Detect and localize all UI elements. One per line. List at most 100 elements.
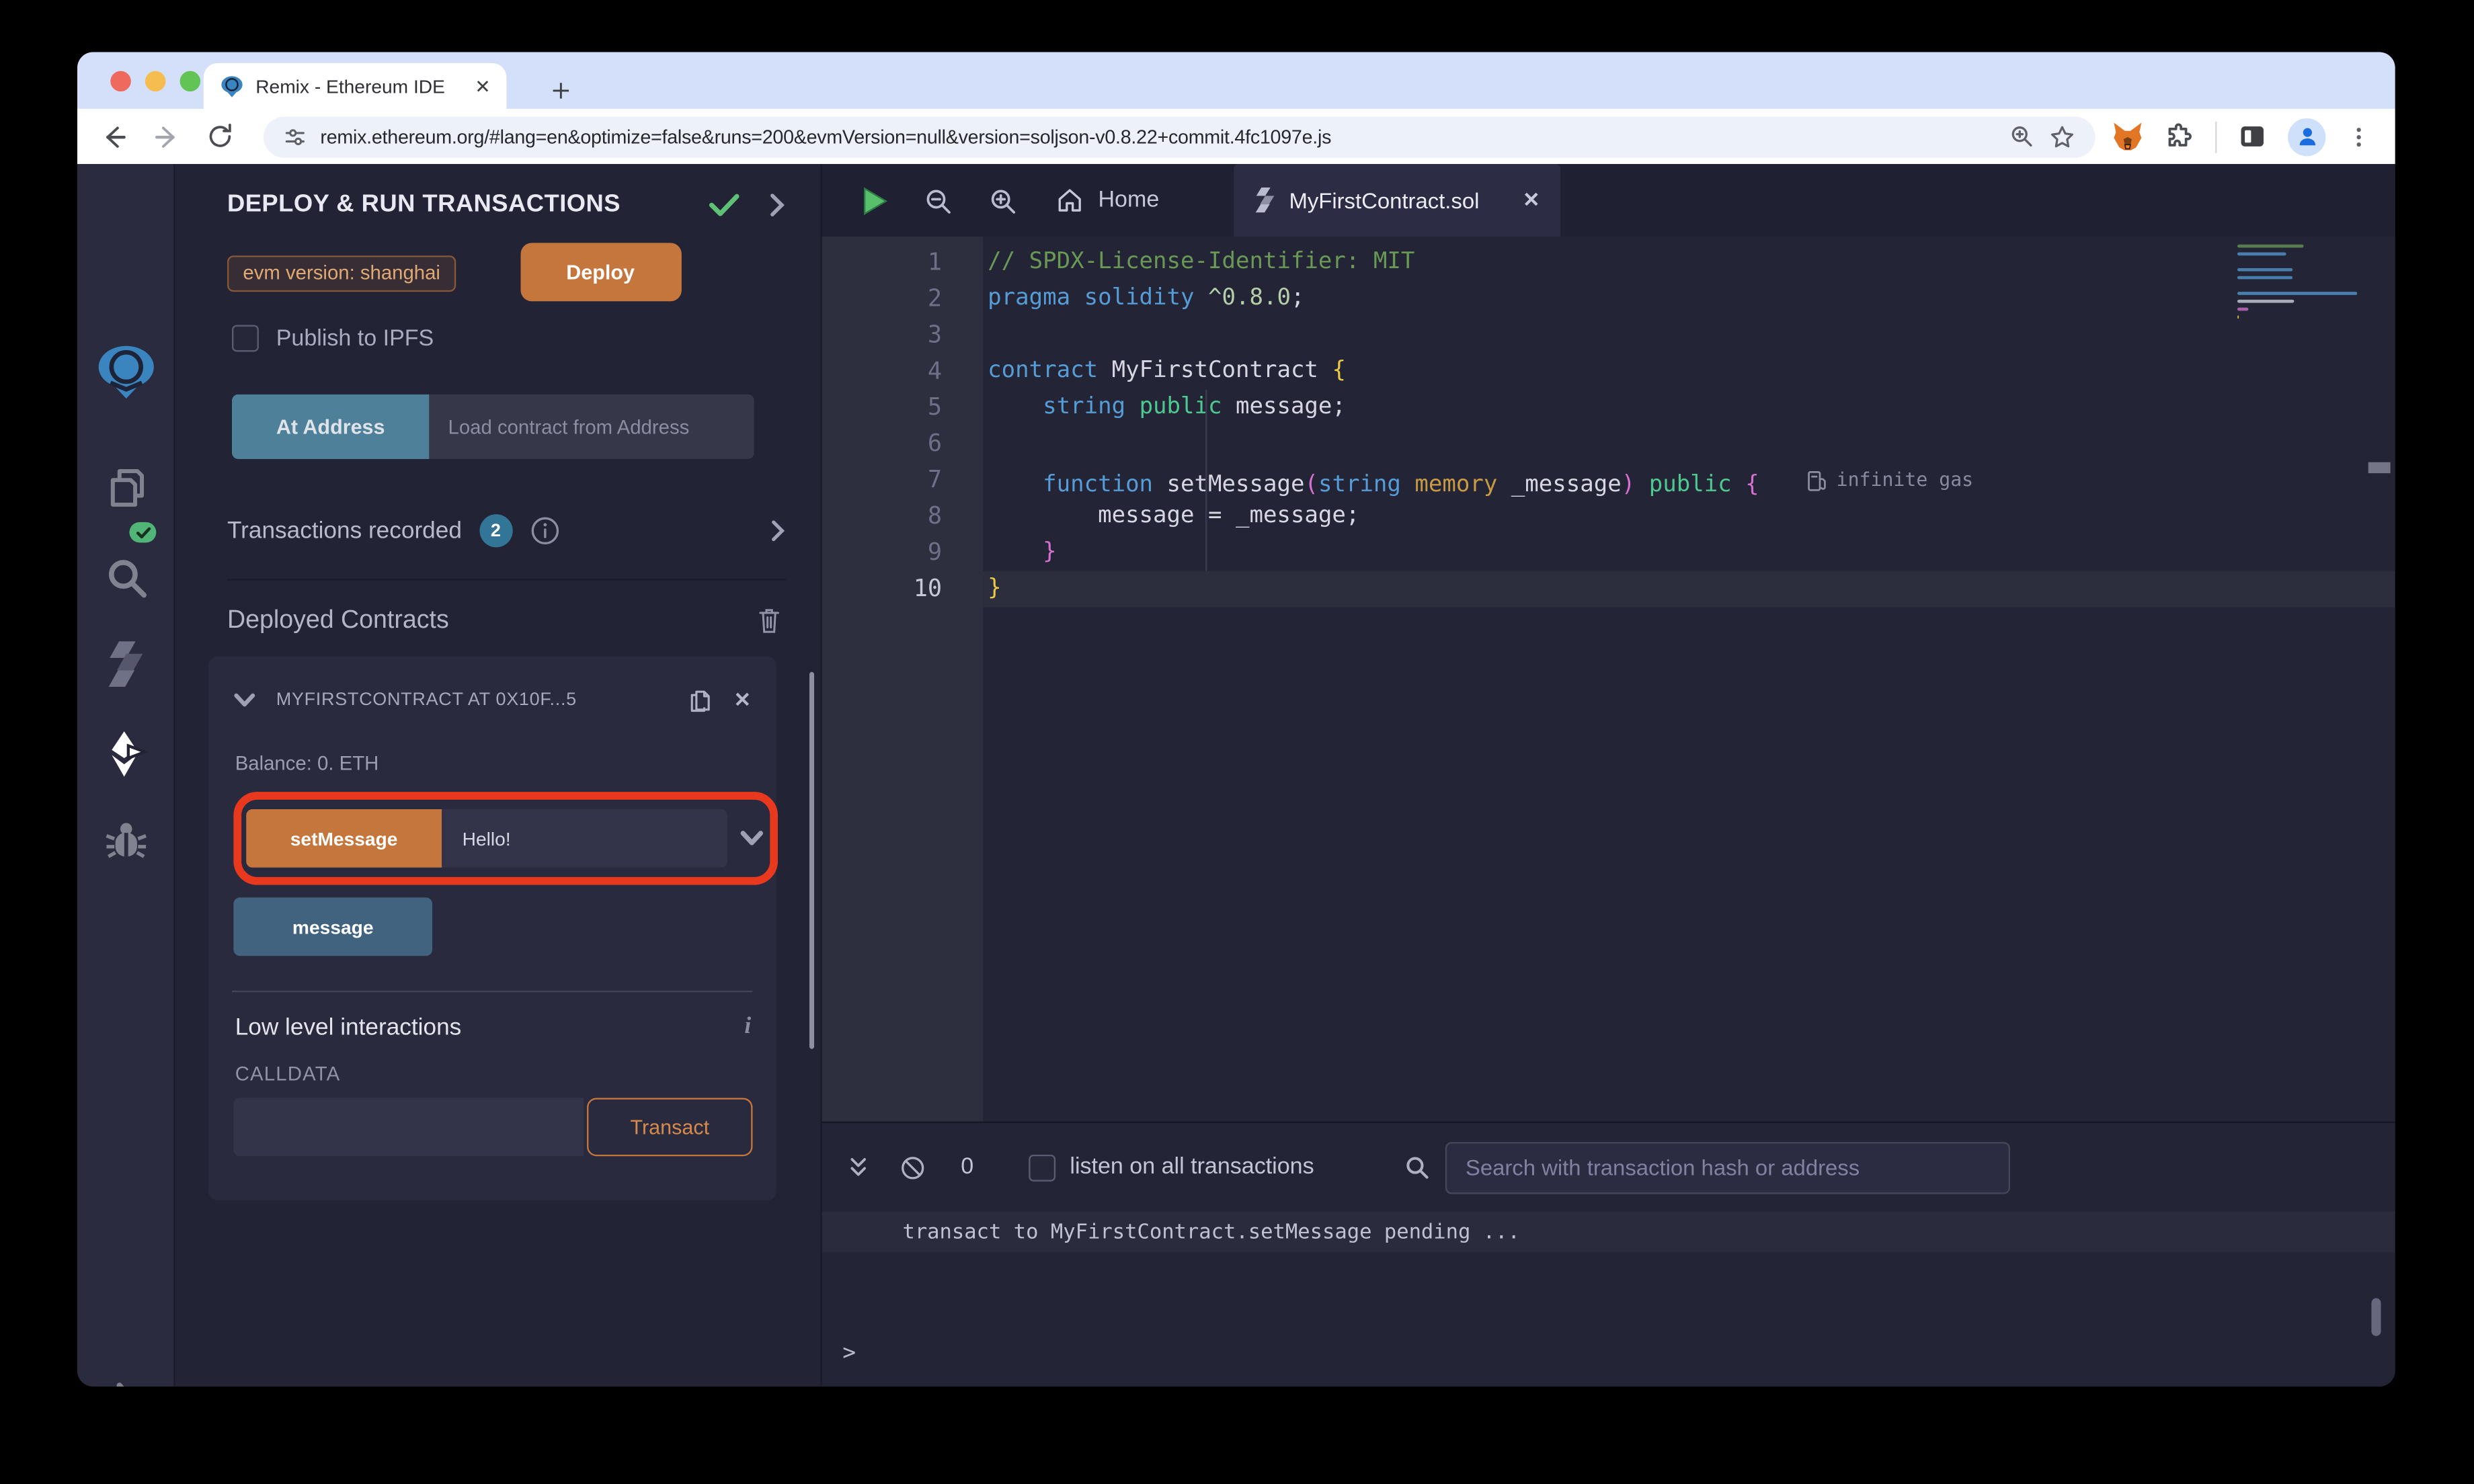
editor-area: Home MyFirstContract.sol ✕ 1 2 3 4 5 6 7 8 9 10 [822, 164, 2395, 1387]
tab-close-icon[interactable]: ✕ [475, 77, 491, 95]
low-level-info-icon[interactable]: i [744, 1014, 751, 1041]
solidity-compiler-icon[interactable] [77, 637, 173, 691]
side-panel-icon[interactable] [2237, 122, 2268, 152]
code-token: message; [1235, 394, 1346, 420]
bookmark-star-icon[interactable] [2048, 122, 2076, 151]
code-token: { [1745, 472, 1759, 498]
remix-favicon-icon [219, 73, 245, 99]
load-contract-address-input[interactable] [429, 394, 754, 459]
close-file-tab-icon[interactable]: ✕ [1523, 188, 1540, 213]
transactions-recorded-row[interactable]: Transactions recorded 2 [227, 514, 786, 581]
publish-to-ipfs-checkbox[interactable] [232, 325, 259, 352]
calldata-input[interactable] [233, 1098, 584, 1157]
close-window-button[interactable] [110, 71, 131, 92]
gas-estimate-annotation: infinite gas [1806, 462, 1973, 499]
calldata-label: CALLDATA [235, 1063, 341, 1085]
code-content[interactable]: // SPDX-License-Identifier: MIT pragma so… [983, 237, 2395, 1122]
code-line[interactable] [983, 317, 2395, 354]
transact-button[interactable]: Transact [587, 1098, 753, 1157]
code-line[interactable] [983, 426, 2395, 462]
contract-title: MYFIRSTCONTRACT AT 0X10F...5 [276, 690, 577, 709]
extensions-icon[interactable] [2165, 122, 2195, 152]
back-icon[interactable] [98, 121, 130, 153]
url-text[interactable]: remix.ethereum.org/#lang=en&optimize=fal… [320, 126, 1995, 148]
gas-estimate-label: infinite gas [1836, 468, 1974, 491]
copy-address-icon[interactable] [686, 685, 713, 715]
code-line[interactable]: } [983, 535, 2395, 571]
terminal-log[interactable]: transact to MyFirstContract.setMessage p… [822, 1211, 2395, 1387]
reload-icon[interactable] [205, 122, 235, 152]
minimize-window-button[interactable] [145, 71, 166, 92]
expand-args-icon[interactable] [740, 829, 764, 847]
zoom-page-icon[interactable] [2009, 123, 2036, 150]
transactions-expand-icon[interactable] [770, 519, 785, 542]
low-level-title: Low level interactions [235, 1014, 462, 1041]
remove-contract-icon[interactable]: ✕ [734, 687, 752, 712]
minimap-line [2237, 307, 2248, 311]
deploy-and-run-icon[interactable] [77, 727, 173, 781]
metamask-icon[interactable] [2111, 120, 2144, 153]
info-icon[interactable] [530, 516, 560, 546]
plugin-manager-icon[interactable] [77, 1377, 173, 1387]
set-message-input[interactable] [442, 809, 727, 868]
code-line[interactable]: message = _message; [983, 499, 2395, 535]
panel-scrollbar[interactable] [809, 671, 815, 1049]
tab-home[interactable]: Home [1055, 186, 1159, 214]
browser-menu-icon[interactable] [2346, 124, 2372, 149]
code-token: public [1139, 394, 1236, 420]
search-icon[interactable] [77, 554, 173, 601]
window-controls [110, 71, 201, 92]
code-line[interactable]: // SPDX-License-Identifier: MIT [983, 245, 2395, 281]
listen-transactions-checkbox[interactable] [1029, 1153, 1056, 1181]
set-message-button[interactable]: setMessage [246, 809, 442, 868]
message-getter-button[interactable]: message [233, 897, 433, 956]
address-bar[interactable]: remix.ethereum.org/#lang=en&optimize=fal… [263, 116, 2096, 157]
maximize-window-button[interactable] [179, 71, 201, 92]
terminal-log-row[interactable]: transact to MyFirstContract.setMessage p… [822, 1211, 2395, 1252]
zoom-in-icon[interactable] [988, 186, 1018, 216]
at-address-row: At Address [232, 394, 754, 459]
terminal-log-text: transact to MyFirstContract.setMessage p… [902, 1221, 1520, 1245]
browser-tab[interactable]: Remix - Ethereum IDE ✕ [203, 63, 507, 109]
at-address-button[interactable]: At Address [232, 394, 430, 459]
minimap-line [2237, 276, 2293, 280]
line-number: 2 [927, 284, 943, 313]
zoom-out-icon[interactable] [923, 186, 953, 216]
calldata-row: Transact [233, 1098, 756, 1157]
code-line[interactable]: function setMessage(string memory _messa… [983, 462, 2395, 499]
expand-terminal-icon[interactable] [846, 1155, 871, 1180]
terminal-search-input[interactable] [1445, 1141, 2010, 1194]
terminal-panel: 0 listen on all transactions transact to… [822, 1121, 2395, 1387]
new-tab-button[interactable] [540, 69, 581, 110]
profile-avatar[interactable] [2288, 117, 2326, 156]
code-line[interactable]: contract MyFirstContract { [983, 354, 2395, 390]
tab-myfirstcontract[interactable]: MyFirstContract.sol ✕ [1234, 164, 1561, 237]
contract-card-header[interactable]: MYFIRSTCONTRACT AT 0X10F...5 ✕ [229, 685, 756, 715]
deploy-button[interactable]: Deploy [520, 243, 681, 302]
terminal-scrollbar[interactable] [2371, 1298, 2381, 1336]
debugger-icon[interactable] [77, 817, 173, 864]
clear-console-icon[interactable] [900, 1154, 926, 1181]
forward-icon[interactable] [151, 121, 183, 153]
panel-collapse-icon[interactable] [768, 192, 786, 218]
code-editor[interactable]: 1 2 3 4 5 6 7 8 9 10 // SPDX-License-Identifier: … [822, 237, 2395, 1122]
editor-minimap[interactable] [2237, 244, 2357, 323]
code-token: ) [1621, 472, 1636, 498]
line-number: 5 [927, 393, 943, 421]
line-number: 6 [927, 429, 943, 458]
site-settings-icon[interactable] [282, 124, 308, 149]
code-line[interactable]: pragma solidity ^0.8.0; [983, 281, 2395, 317]
run-script-icon[interactable] [861, 186, 888, 216]
trash-icon[interactable] [756, 606, 783, 636]
home-icon [1055, 186, 1084, 214]
code-token: ^0.8.0 [1208, 285, 1291, 311]
code-token: _message [1511, 472, 1622, 498]
code-line[interactable]: } [983, 571, 2395, 608]
transactions-recorded-label: Transactions recorded [227, 517, 462, 544]
contract-collapse-icon[interactable] [233, 692, 255, 707]
code-line[interactable]: string public message; [983, 390, 2395, 426]
remix-logo-icon[interactable] [77, 341, 173, 404]
file-explorer-icon[interactable] [77, 462, 173, 516]
